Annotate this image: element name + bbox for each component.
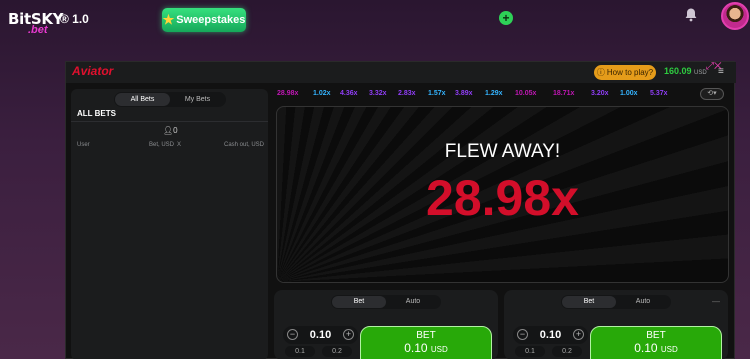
user-icon: 👤︎ [163, 126, 174, 135]
balance-amount: 160.09 [664, 66, 692, 76]
bet-amount-stepper: − 0.10 + [283, 326, 358, 344]
user-avatar[interactable] [721, 2, 749, 30]
bet-panel-2: Bet Auto — − 0.10 + 0.1 0.2 BET 0.10 USD [504, 290, 728, 359]
app-root: BitSKY ® 1.0 .bet ★ Sweepstakes + Aviato… [0, 0, 750, 359]
tab-auto[interactable]: Auto [386, 296, 440, 308]
bet-amount-stepper: − 0.10 + [513, 326, 588, 344]
bets-count: 👤︎0 [163, 126, 178, 135]
balance-display: 160.09 USD [664, 66, 707, 76]
logo-version: ® 1.0 [60, 12, 89, 26]
history-multiplier[interactable]: 28.98x [277, 90, 298, 97]
history-multiplier[interactable]: 2.83x [398, 90, 416, 97]
increase-button[interactable]: + [343, 329, 354, 340]
tab-bet[interactable]: Bet [332, 296, 386, 308]
bet-mode-tabs: Bet Auto [331, 295, 441, 309]
bet-mode-tabs: Bet Auto [561, 295, 671, 309]
history-multiplier[interactable]: 1.02x [313, 90, 331, 97]
bet-button-amount-line: 0.10 USD [361, 341, 491, 355]
tab-all-bets[interactable]: All Bets [115, 93, 170, 106]
sweepstakes-label: Sweepstakes [176, 14, 246, 26]
history-multiplier[interactable]: 1.00x [620, 90, 638, 97]
bet-button-label: BET [646, 330, 666, 341]
balance-currency: USD [694, 70, 707, 76]
history-multiplier[interactable]: 3.89x [455, 90, 473, 97]
history-multiplier[interactable]: 3.32x [369, 90, 387, 97]
col-user: User [77, 142, 90, 148]
aviator-logo: Aviator [72, 64, 114, 78]
flew-away-text: FLEW AWAY! [444, 141, 561, 162]
tab-auto[interactable]: Auto [616, 296, 670, 308]
col-x: X [177, 142, 182, 148]
history-multiplier[interactable]: 10.05x [515, 90, 536, 97]
increase-button[interactable]: + [573, 329, 584, 340]
star-icon: ★ [162, 12, 175, 27]
tab-my-bets[interactable]: My Bets [170, 93, 225, 106]
crash-multiplier: 28.98x [426, 170, 579, 226]
history-multiplier[interactable]: 3.20x [591, 90, 609, 97]
quick-amount-button[interactable]: 0.1 [285, 346, 315, 357]
game-header: Aviator ⓘ How to play? 160.09 USD ≡ ⤢✕ [66, 61, 736, 83]
logo-sub: .bet [28, 24, 48, 36]
minus-icon[interactable]: — [712, 297, 720, 306]
tab-bet[interactable]: Bet [562, 296, 616, 308]
col-bet: Bet, USD [149, 142, 175, 148]
plus-icon[interactable]: + [499, 11, 513, 25]
divider [71, 121, 268, 122]
bet-button-currency: USD [430, 345, 448, 354]
how-to-play-button[interactable]: ⓘ How to play? [594, 65, 656, 80]
bet-button-amount: 0.10 [634, 341, 658, 355]
quick-amount-button[interactable]: 0.2 [552, 346, 582, 357]
history-multiplier[interactable]: 5.37x [650, 90, 668, 97]
bet-button[interactable]: BET 0.10 USD [360, 326, 492, 359]
game-screen: FLEW AWAY! 28.98x [276, 106, 729, 283]
site-header: BitSKY ® 1.0 .bet ★ Sweepstakes + [0, 0, 750, 42]
history-multiplier[interactable]: 18.71x [553, 90, 574, 97]
bets-panel: All Bets My Bets ALL BETS 👤︎0 User Bet, … [71, 89, 268, 359]
bell-icon[interactable] [682, 7, 700, 25]
quick-amount-button[interactable]: 0.2 [322, 346, 352, 357]
bet-panel-1: Bet Auto − 0.10 + 0.1 0.2 BET 0.10 USD [274, 290, 498, 359]
bet-button-amount: 0.10 [404, 341, 428, 355]
history-multiplier[interactable]: 4.36x [340, 90, 358, 97]
multiplier-history: 28.98x 1.02x 4.36x 3.32x 2.83x 1.57x 3.89x 1.29… [277, 90, 733, 100]
info-icon: ⓘ [596, 68, 605, 77]
bets-tabs: All Bets My Bets [114, 92, 226, 107]
how-to-play-label: How to play? [606, 68, 654, 77]
history-icon[interactable]: ⟲▾ [700, 88, 724, 100]
bet-button-amount-line: 0.10 USD [591, 341, 721, 355]
expand-close-icon[interactable]: ⤢✕ [706, 61, 722, 72]
all-bets-title: ALL BETS [77, 109, 116, 118]
aviator-game-window: Aviator ⓘ How to play? 160.09 USD ≡ ⤢✕ A… [65, 61, 736, 359]
bets-count-value: 0 [173, 126, 178, 135]
sweepstakes-button[interactable]: ★ Sweepstakes [162, 8, 246, 32]
col-cashout: Cash out, USD [224, 142, 265, 148]
bet-button[interactable]: BET 0.10 USD [590, 326, 722, 359]
bet-button-label: BET [416, 330, 436, 341]
history-multiplier[interactable]: 1.57x [428, 90, 446, 97]
bet-button-currency: USD [660, 345, 678, 354]
history-multiplier[interactable]: 1.29x [485, 90, 503, 97]
quick-amount-button[interactable]: 0.1 [515, 346, 545, 357]
